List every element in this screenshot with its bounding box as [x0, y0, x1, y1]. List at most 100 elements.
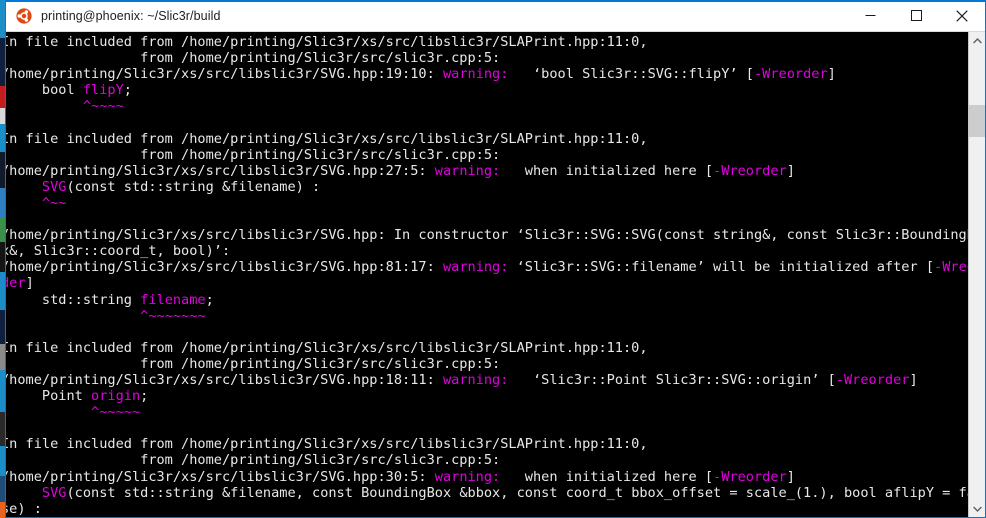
- terminal-span: warning:: [442, 371, 509, 388]
- terminal-span: /home/printing/Slic3r/xs/src/libslic3r/S…: [6, 162, 435, 179]
- terminal-line: x&, Slic3r::coord_t, bool)’:: [6, 243, 985, 259]
- terminal-span: x&, Slic3r::coord_t, bool)’:: [6, 243, 231, 260]
- terminal-span: (const std::string &filename, const Boun…: [66, 484, 984, 501]
- terminal-line: /home/printing/Slic3r/xs/src/libslic3r/S…: [6, 163, 985, 179]
- terminal-span: from /home/printing/Slic3r/src/slic3r.cp…: [6, 50, 501, 67]
- terminal-span: ]: [827, 66, 836, 83]
- terminal-span: -Wreorder: [713, 468, 787, 485]
- terminal-line: /home/printing/Slic3r/xs/src/libslic3r/S…: [6, 469, 985, 485]
- terminal-line: SVG(const std::string &filename) :: [6, 179, 985, 195]
- terminal-span: /home/printing/Slic3r/xs/src/libslic3r/S…: [6, 371, 443, 388]
- terminal-span: [6, 308, 140, 324]
- terminal-line: ^~~~~~~~: [6, 308, 985, 324]
- terminal-text: In file included from /home/printing/Sli…: [6, 34, 985, 517]
- chevron-up-icon[interactable]: [969, 32, 985, 49]
- terminal-span: (const std::string &filename) :: [66, 178, 321, 195]
- terminal-line: from /home/printing/Slic3r/src/slic3r.cp…: [6, 356, 985, 372]
- terminal-line: from /home/printing/Slic3r/src/slic3r.cp…: [6, 452, 985, 468]
- terminal-span: flipY: [82, 82, 124, 99]
- terminal-span: warning:: [434, 162, 501, 179]
- minimize-button[interactable]: [847, 0, 893, 31]
- terminal-scrollbar[interactable]: [968, 32, 985, 517]
- terminal-span: ]: [786, 162, 795, 179]
- terminal-line: der]: [6, 275, 985, 291]
- terminal-line: /home/printing/Slic3r/xs/src/libslic3r/S…: [6, 227, 985, 243]
- terminal-span: /home/printing/Slic3r/xs/src/libslic3r/S…: [6, 468, 435, 485]
- terminal-span: [6, 179, 42, 195]
- terminal-line: SVG(const std::string &filename, const B…: [6, 485, 985, 501]
- terminal-span: Point: [6, 388, 92, 405]
- terminal-span: ‘Slic3r::Point Slic3r::SVG::origin’ [: [508, 371, 836, 388]
- terminal-span: bool: [6, 82, 83, 99]
- ubuntu-icon: [16, 7, 32, 24]
- terminal-span: -Wreorder: [713, 162, 787, 179]
- terminal-span: -Wreorder: [835, 371, 910, 388]
- terminal-span: origin: [91, 388, 141, 405]
- terminal-span: SVG: [41, 178, 67, 195]
- terminal-line: In file included from /home/printing/Sli…: [6, 34, 985, 50]
- terminal-span: In file included from /home/printing/Sli…: [6, 339, 648, 356]
- terminal-span: ]: [909, 371, 918, 388]
- terminal-line: /home/printing/Slic3r/xs/src/libslic3r/S…: [6, 259, 985, 275]
- terminal-span: from /home/printing/Slic3r/src/slic3r.cp…: [6, 355, 501, 372]
- terminal-span: ]: [786, 468, 795, 485]
- terminal-line: Point origin;: [6, 388, 985, 404]
- terminal-span: [6, 98, 83, 114]
- terminal-line: In file included from /home/printing/Sli…: [6, 340, 985, 356]
- close-button[interactable]: [939, 0, 985, 31]
- terminal-span: ^~~~~: [82, 98, 124, 115]
- terminal-span: [6, 195, 42, 211]
- terminal-span: ^~~~~~: [91, 404, 141, 421]
- terminal-line: ^~~~~~: [6, 404, 985, 420]
- window-title: printing@phoenix: ~/Slic3r/build: [41, 8, 221, 23]
- terminal-span: from /home/printing/Slic3r/src/slic3r.cp…: [6, 452, 501, 469]
- terminal-span: ;: [123, 82, 132, 99]
- terminal-line: from /home/printing/Slic3r/src/slic3r.cp…: [6, 50, 985, 66]
- terminal-line: In file included from /home/printing/Sli…: [6, 436, 985, 452]
- terminal-line: std::string filename;: [6, 292, 985, 308]
- terminal-span: SVG: [41, 484, 67, 501]
- terminal-span: ;: [205, 291, 214, 308]
- terminal-span: [6, 485, 42, 501]
- terminal-span: warning:: [442, 259, 509, 276]
- title-bar[interactable]: printing@phoenix: ~/Slic3r/build: [6, 0, 985, 32]
- terminal-span: In file included from /home/printing/Sli…: [6, 34, 648, 50]
- terminal-line: ^~~~~: [6, 98, 985, 114]
- terminal-span: /home/printing/Slic3r/xs/src/libslic3r/S…: [6, 227, 984, 244]
- terminal-span: In file included from /home/printing/Sli…: [6, 130, 648, 147]
- terminal-span: ]: [25, 275, 34, 292]
- terminal-span: In file included from /home/printing/Sli…: [6, 436, 648, 453]
- terminal-span: when initialized here [: [500, 162, 714, 179]
- terminal-span: [6, 404, 91, 420]
- scrollbar-thumb[interactable]: [969, 105, 985, 137]
- terminal-span: se) :: [6, 500, 42, 517]
- chevron-down-icon[interactable]: [969, 500, 985, 517]
- terminal-line: bool flipY;: [6, 82, 985, 98]
- terminal-span: /home/printing/Slic3r/xs/src/libslic3r/S…: [6, 66, 443, 83]
- terminal-span: ^~~: [41, 194, 67, 211]
- terminal-span: warning:: [434, 468, 501, 485]
- terminal-span: ‘Slic3r::SVG::filename’ will be initiali…: [508, 259, 935, 276]
- terminal-window[interactable]: printing@phoenix: ~/Slic3r/build In file…: [5, 0, 986, 518]
- terminal-span: -Wreorder: [753, 66, 828, 83]
- terminal-line: /home/printing/Slic3r/xs/src/libslic3r/S…: [6, 66, 985, 82]
- terminal-output-area[interactable]: In file included from /home/printing/Sli…: [6, 32, 985, 517]
- terminal-line: se) :: [6, 501, 985, 517]
- scrollbar-track-lower[interactable]: [969, 137, 985, 500]
- title-bar-accent: [6, 0, 985, 2]
- scrollbar-track-upper[interactable]: [969, 49, 985, 105]
- terminal-line: In file included from /home/printing/Sli…: [6, 131, 985, 147]
- terminal-span: ;: [140, 388, 149, 405]
- terminal-line: from /home/printing/Slic3r/src/slic3r.cp…: [6, 147, 985, 163]
- terminal-span: der: [6, 275, 26, 292]
- terminal-span: when initialized here [: [500, 468, 714, 485]
- terminal-span: filename: [140, 291, 206, 308]
- terminal-span: ‘bool Slic3r::SVG::flipY’ [: [508, 66, 754, 83]
- terminal-span: /home/printing/Slic3r/xs/src/libslic3r/S…: [6, 259, 443, 276]
- terminal-span: ^~~~~~~~: [140, 307, 206, 324]
- maximize-button[interactable]: [893, 0, 939, 31]
